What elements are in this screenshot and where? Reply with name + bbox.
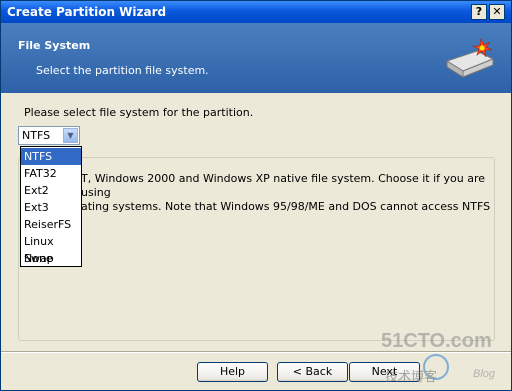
page-subtitle: Select the partition file system.	[36, 64, 209, 77]
wizard-window: Create Partition Wizard ? ✕ File System …	[0, 0, 512, 391]
option-ntfs[interactable]: NTFS	[21, 148, 81, 165]
option-fat32[interactable]: FAT32	[21, 165, 81, 182]
close-button[interactable]: ✕	[489, 4, 505, 20]
wizard-header: File System Select the partition file sy…	[1, 23, 511, 93]
option-linux-swap[interactable]: Linux Swap	[21, 233, 81, 265]
chevron-down-icon[interactable]: ▼	[63, 128, 78, 143]
help-button[interactable]: Help	[197, 362, 268, 382]
watermark-text-main: 51CTO.com	[381, 330, 492, 352]
file-system-description: T, Windows 2000 and Windows XP native fi…	[81, 172, 491, 214]
back-button[interactable]: < Back	[277, 362, 348, 382]
file-system-select[interactable]: NTFS ▼	[18, 126, 80, 145]
option-ext3[interactable]: Ext3	[21, 199, 81, 216]
selected-file-system: NTFS	[22, 129, 51, 142]
partition-wizard-icon	[445, 38, 495, 78]
option-reiserfs[interactable]: ReiserFS	[21, 216, 81, 233]
description-line: T, Windows 2000 and Windows XP native fi…	[81, 172, 486, 199]
file-system-prompt: Please select file system for the partit…	[24, 106, 254, 119]
option-ext2[interactable]: Ext2	[21, 182, 81, 199]
site-watermark: 51CTO.com 技术博客 Blog	[381, 330, 496, 385]
file-system-dropdown-list[interactable]: NTFS FAT32 Ext2 Ext3 ReiserFS Linux Swap…	[20, 146, 82, 267]
description-line: ating systems. Note that Windows 95/98/M…	[81, 200, 491, 213]
window-title: Create Partition Wizard	[7, 5, 167, 19]
watermark-text-cn: 技术博客	[385, 369, 437, 385]
page-title: File System	[18, 39, 91, 52]
watermark-text-blog: Blog	[473, 368, 496, 380]
help-title-button[interactable]: ?	[471, 4, 487, 20]
title-bar[interactable]: Create Partition Wizard ? ✕	[1, 1, 511, 23]
option-none[interactable]: None	[21, 250, 81, 267]
